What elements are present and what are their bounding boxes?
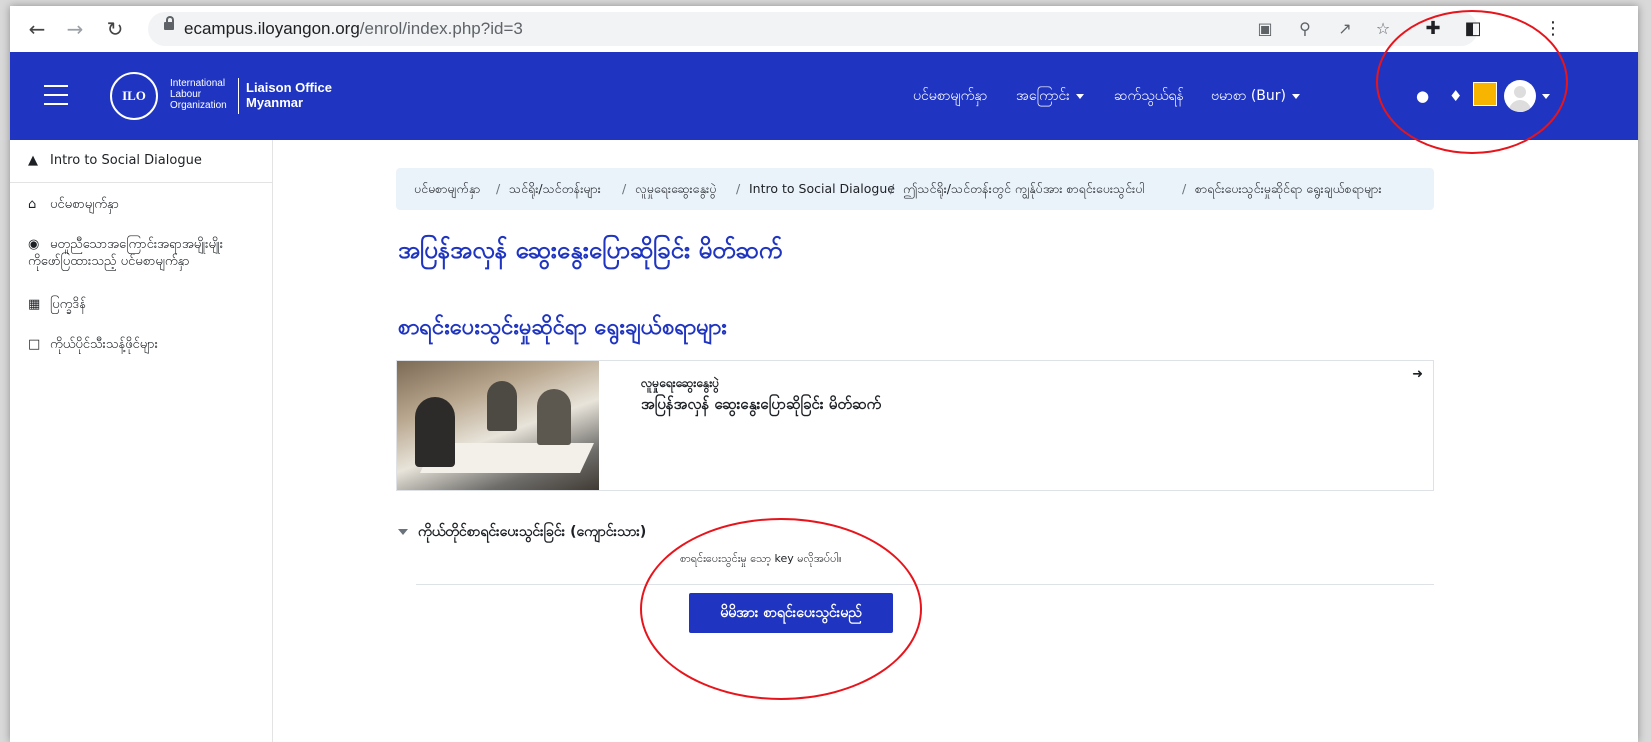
self-enrolment-toggle[interactable]: ကိုယ်တိုင်စာရင်းပေးသွင်းခြင်း (ကျောင်းသာ… — [398, 522, 646, 543]
annotation-circle-enrol — [640, 518, 922, 700]
sidebar-item-dashboard[interactable]: ◉ မတူညီသောအကြောင်းအရာအမျိုးမျိုး ကိုဖော်ပ… — [28, 236, 223, 270]
sidebar-item-calendar[interactable]: ▦ ပြက္ခဒိန် — [28, 296, 86, 315]
nav-home-link[interactable]: ပင်မစာမျက်နှာ — [913, 86, 987, 107]
back-icon[interactable]: ← — [24, 16, 50, 42]
divider — [416, 584, 1434, 585]
breadcrumb-separator: / — [736, 181, 741, 196]
hamburger-menu-icon[interactable] — [44, 85, 68, 105]
share-icon[interactable]: ↗ — [1334, 18, 1356, 40]
logo-divider — [238, 78, 239, 114]
collapse-triangle-icon — [398, 529, 408, 535]
breadcrumb-course[interactable]: Intro to Social Dialogue — [749, 168, 895, 210]
logo-office-text: Liaison Office Myanmar — [246, 80, 332, 110]
breadcrumb-category[interactable]: လူမှုရေးဆွေးနွေးပွဲ — [635, 168, 716, 210]
forward-icon[interactable]: → — [62, 16, 88, 42]
language-label: ဗမာစာ (Bur) — [1211, 88, 1286, 104]
logo-org-text: International Labour Organization — [170, 78, 227, 111]
breadcrumb-separator: / — [496, 181, 501, 196]
chevron-down-icon — [1075, 93, 1084, 99]
ilo-emblem: ILO — [110, 72, 158, 120]
nav-about-label: အကြောင်း — [1016, 88, 1070, 104]
graduation-cap-icon: ▲ — [28, 153, 38, 168]
browser-window: ← → ↻ ecampus.iloyangon.org/enrol/index.… — [10, 6, 1638, 742]
breadcrumb-enrol-me[interactable]: ဤသင်ရိုး/သင်တန်းတွင် ကျွန်ုပ်အား စာရင်းပ… — [903, 168, 1144, 210]
reload-icon[interactable]: ↻ — [102, 16, 128, 42]
course-name-link[interactable]: အပြန်အလှန် ဆွေးနွေးပြောဆိုခြင်း မိတ်ဆက် — [641, 395, 881, 417]
sidebar-item-home[interactable]: ⌂ ပင်မစာမျက်နှာ — [28, 196, 119, 215]
nav-contact-link[interactable]: ဆက်သွယ်ရန် — [1114, 86, 1184, 107]
page-title: အပြန်အလှန် ဆွေးနွေးပြောဆိုခြင်း မိတ်ဆက် — [398, 236, 783, 264]
section-title: စာရင်းပေးသွင်းမှုဆိုင်ရာ ရွေးချယ်စရာများ — [398, 315, 727, 340]
address-bar[interactable]: ecampus.iloyangon.org/enrol/index.php?id… — [148, 12, 1478, 46]
sidebar-divider — [10, 182, 272, 183]
dashboard-icon: ◉ — [28, 237, 40, 252]
calendar-icon: ▦ — [28, 297, 41, 312]
nav-about-dropdown[interactable]: အကြောင်း — [1016, 86, 1084, 107]
zoom-icon[interactable]: ⚲ — [1294, 18, 1316, 40]
breadcrumb-separator: / — [622, 181, 627, 196]
course-sidebar: ▲ Intro to Social Dialogue ⌂ ပင်မစာမျက်နှာ… — [10, 140, 273, 742]
breadcrumb: ပင်မစာမျက်နှာ / သင်ရိုး/သင်တန်းများ / လူ… — [396, 168, 1434, 210]
breadcrumb-courses[interactable]: သင်ရိုး/သင်တန်းများ — [509, 168, 601, 210]
bookmark-star-icon[interactable]: ☆ — [1372, 18, 1394, 40]
translate-icon[interactable]: ▣ — [1254, 18, 1276, 40]
home-icon: ⌂ — [28, 197, 37, 212]
course-category-link[interactable]: လူမှုရေးဆွေးနွေးပွဲ — [641, 375, 719, 393]
sidebar-course-title[interactable]: ▲ Intro to Social Dialogue — [28, 153, 202, 168]
annotation-circle-top-right — [1376, 10, 1568, 154]
lock-icon — [164, 16, 174, 30]
breadcrumb-separator: / — [890, 181, 895, 196]
url-text: ecampus.iloyangon.org/enrol/index.php?id… — [184, 19, 523, 38]
breadcrumb-current: စာရင်းပေးသွင်းမှုဆိုင်ရာ ရွေးချယ်စရာများ — [1195, 181, 1382, 196]
file-icon: □ — [28, 337, 41, 352]
sidebar-item-private-files[interactable]: □ ကိုယ်ပိုင်သီးသန့်ဖိုင်များ — [28, 336, 158, 355]
breadcrumb-separator: / — [1182, 181, 1187, 196]
course-card: လူမှုရေးဆွေးနွေးပွဲ အပြန်အလှန် ဆွေးနွေးပ… — [396, 360, 1434, 491]
sign-in-icon[interactable]: ➜ — [1412, 367, 1423, 382]
course-image[interactable] — [397, 361, 599, 490]
chevron-down-icon — [1292, 93, 1300, 99]
language-dropdown[interactable]: ဗမာစာ (Bur) — [1211, 86, 1300, 107]
breadcrumb-home[interactable]: ပင်မစာမျက်နှာ — [414, 168, 480, 210]
